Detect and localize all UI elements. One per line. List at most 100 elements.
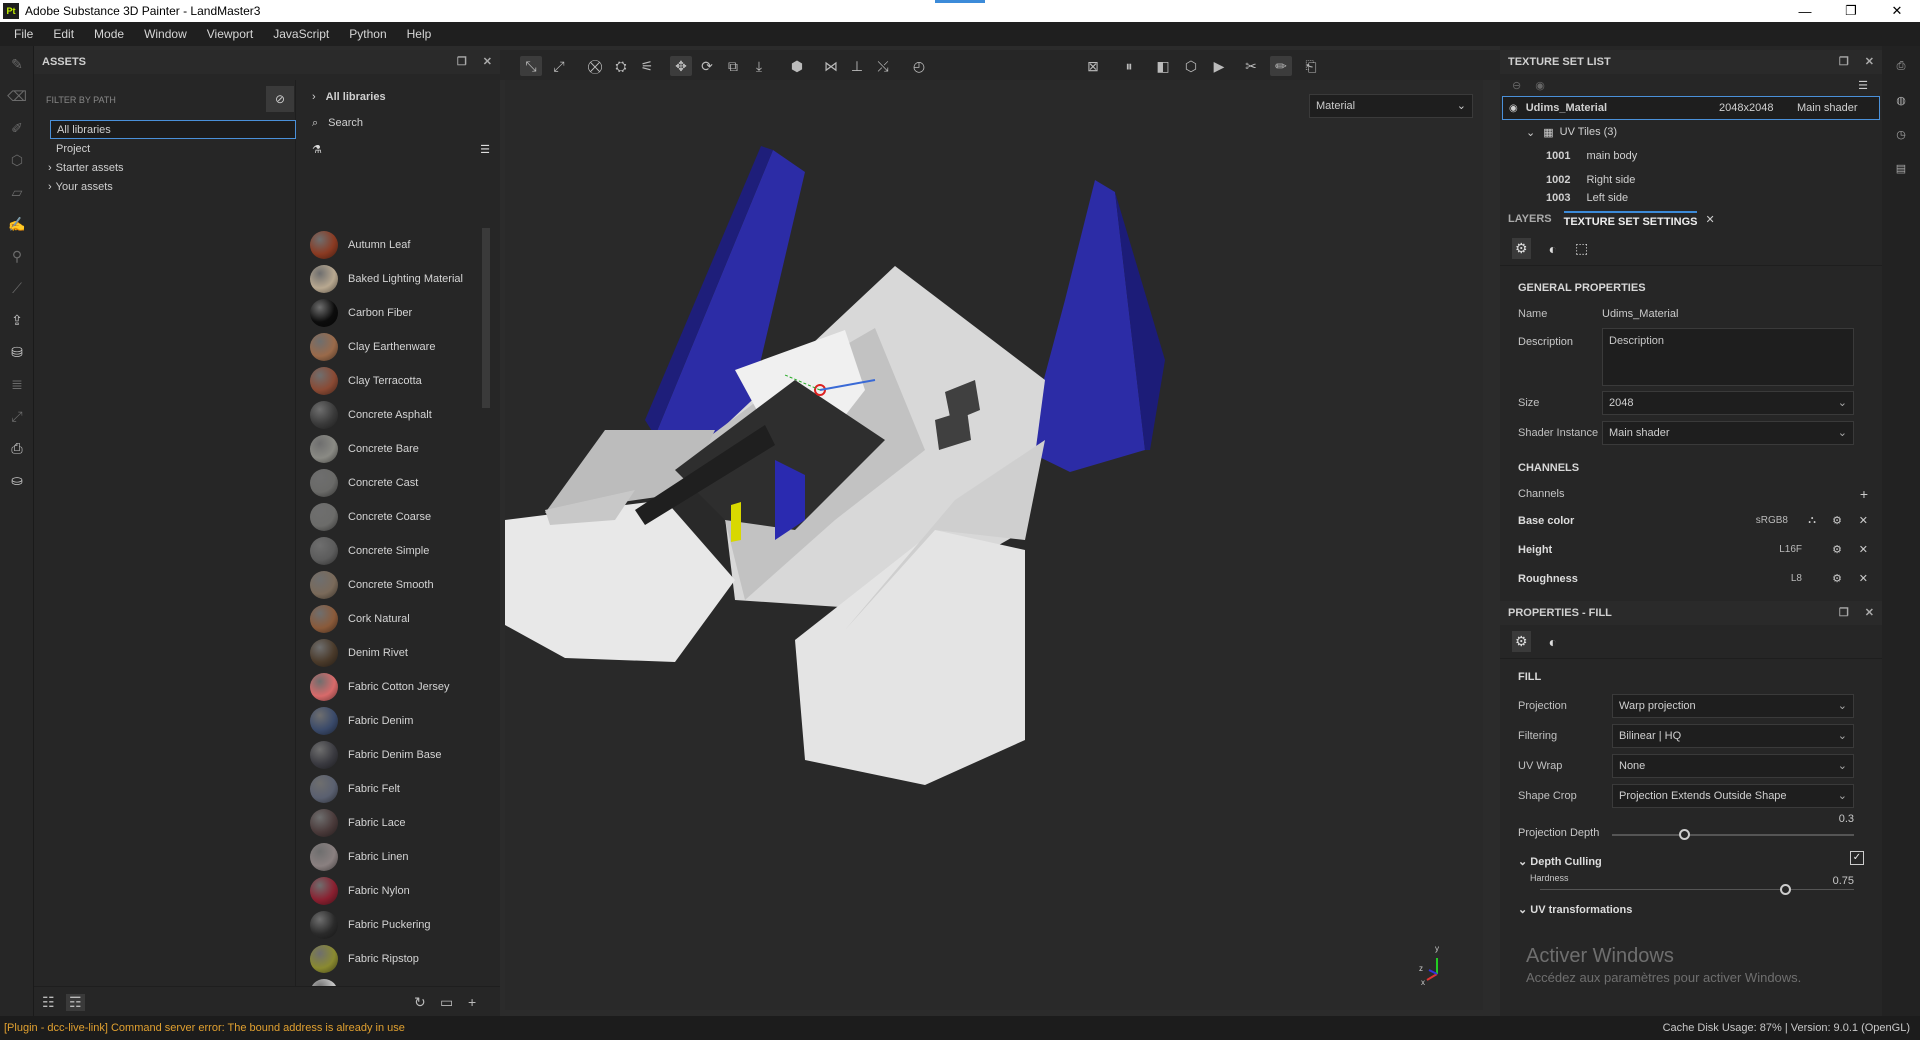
uv-transformations-row[interactable]: ⌄ UV transformations bbox=[1500, 899, 1882, 919]
remove-channel-icon[interactable]: ✕ bbox=[1859, 572, 1868, 585]
rotate-icon[interactable]: ⟳ bbox=[696, 56, 718, 76]
material-item[interactable]: Concrete Coarse bbox=[302, 500, 492, 534]
eraser-icon[interactable]: ⌫ bbox=[7, 86, 27, 106]
projection-dropdown[interactable]: Warp projection ⌄ bbox=[1612, 694, 1854, 718]
uv-tile-row[interactable]: 1002 Right side bbox=[1500, 168, 1882, 192]
shape-crop-dropdown[interactable]: Projection Extends Outside Shape ⌄ bbox=[1612, 784, 1854, 808]
color-space-icon[interactable]: ⛬ bbox=[1808, 514, 1816, 527]
asset-scrollbar[interactable] bbox=[482, 228, 490, 408]
close-icon[interactable]: ✕ bbox=[483, 55, 492, 68]
menu-help[interactable]: Help bbox=[397, 27, 442, 41]
material-item[interactable]: Concrete Smooth bbox=[302, 568, 492, 602]
display-icon[interactable]: ⛀ bbox=[7, 470, 27, 490]
undock-icon[interactable]: ❐ bbox=[457, 55, 467, 68]
material-item[interactable]: Clay Terracotta bbox=[302, 364, 492, 398]
uv-icon[interactable]: ⬚ bbox=[1575, 240, 1588, 257]
material-item[interactable]: Denim Rivet bbox=[302, 636, 492, 670]
bake-icon[interactable]: ⇪ bbox=[7, 310, 27, 330]
picker-icon[interactable]: ⟋ bbox=[7, 278, 27, 298]
material-item[interactable]: Concrete Simple bbox=[302, 534, 492, 568]
menu-window[interactable]: Window bbox=[134, 27, 197, 41]
folder-icon[interactable]: ▭ bbox=[440, 994, 453, 1011]
slider-handle[interactable] bbox=[1780, 884, 1791, 895]
asset-search[interactable]: ⌕ Search bbox=[302, 110, 500, 136]
menu-javascript[interactable]: JavaScript bbox=[263, 27, 339, 41]
settings-icon[interactable]: ⚙ bbox=[1512, 238, 1531, 259]
material-item[interactable]: Baked Lighting Material bbox=[302, 262, 492, 296]
close-tab-icon[interactable]: ✕ bbox=[1705, 213, 1714, 226]
shader-settings-icon[interactable]: ◍ bbox=[1891, 94, 1911, 114]
uv-view-strip[interactable] bbox=[1483, 80, 1500, 1010]
menu-python[interactable]: Python bbox=[339, 27, 396, 41]
link-icon[interactable]: ⊖ bbox=[1512, 79, 1521, 92]
screenshot-icon[interactable]: ⎗ bbox=[1300, 56, 1322, 76]
transform-uv-icon[interactable]: ⤢ bbox=[548, 56, 570, 76]
tree-item-all-libraries[interactable]: All libraries bbox=[50, 120, 296, 139]
tree-item-project[interactable]: Project bbox=[50, 139, 296, 158]
settings-icon[interactable]: ⚙ bbox=[1512, 631, 1531, 652]
search-input[interactable]: Search bbox=[328, 117, 363, 129]
tab-texture-set-settings[interactable]: TEXTURE SET SETTINGS bbox=[1563, 210, 1698, 228]
menu-viewport[interactable]: Viewport bbox=[197, 27, 263, 41]
flip-icon[interactable]: ⤯ bbox=[872, 56, 894, 76]
transform-icon[interactable]: ⤢ bbox=[7, 406, 27, 426]
material-item[interactable]: Autumn Leaf bbox=[302, 228, 492, 262]
hardness-slider[interactable] bbox=[1540, 889, 1854, 890]
material-item[interactable]: Fabric Nylon bbox=[302, 874, 492, 908]
snap-icon[interactable]: ⤓ bbox=[748, 56, 770, 76]
geometry-mask-icon[interactable]: ⬡ bbox=[7, 150, 27, 170]
material-item[interactable]: Concrete Cast bbox=[302, 466, 492, 500]
channel-settings-icon[interactable]: ⚙ bbox=[1832, 514, 1842, 527]
uv-tile-row[interactable]: 1003 Left side bbox=[1500, 192, 1882, 202]
filtering-dropdown[interactable]: Bilinear | HQ ⌄ bbox=[1612, 724, 1854, 748]
add-channel-icon[interactable]: + bbox=[1860, 486, 1868, 502]
uv-wrap-dropdown[interactable]: None ⌄ bbox=[1612, 754, 1854, 778]
add-icon[interactable]: + bbox=[468, 994, 476, 1010]
smudge-icon[interactable]: ✍ bbox=[7, 214, 27, 234]
history-icon[interactable]: ◴ bbox=[908, 56, 930, 76]
camera-icon[interactable]: ▶ bbox=[1208, 56, 1230, 76]
menu-file[interactable]: File bbox=[4, 27, 43, 41]
mirror-icon[interactable]: ⋈ bbox=[820, 56, 842, 76]
layer-icon[interactable]: ≣ bbox=[7, 374, 27, 394]
clone-icon[interactable]: ⚲ bbox=[7, 246, 27, 266]
channel-settings-icon[interactable]: ⚙ bbox=[1832, 572, 1842, 585]
material-item[interactable]: Concrete Asphalt bbox=[302, 398, 492, 432]
material-item[interactable]: Fabric Denim bbox=[302, 704, 492, 738]
material-item[interactable]: Fabric Ripstop bbox=[302, 942, 492, 976]
expand-chevron-icon[interactable]: › bbox=[48, 162, 52, 174]
channel-settings-icon[interactable]: ⚙ bbox=[1832, 543, 1842, 556]
mask-icon[interactable]: ⛒ bbox=[584, 56, 606, 76]
paint-icon[interactable]: ✏ bbox=[1270, 56, 1292, 76]
menu-mode[interactable]: Mode bbox=[84, 27, 134, 41]
export-icon[interactable]: ⎙ bbox=[1891, 60, 1911, 80]
size-dropdown[interactable]: 2048 ⌄ bbox=[1602, 391, 1854, 415]
uv-tiles-row[interactable]: ⌄ ▦ UV Tiles (3) bbox=[1500, 120, 1882, 144]
move-icon[interactable]: ✥ bbox=[670, 56, 692, 76]
polygon-fill-icon[interactable]: ▱ bbox=[7, 182, 27, 202]
material-item[interactable]: Carbon Fiber bbox=[302, 296, 492, 330]
landmaster-3d-model[interactable] bbox=[505, 80, 1483, 1010]
mask-alt-icon[interactable]: ⛭ bbox=[610, 56, 632, 76]
cube-icon[interactable]: ⬢ bbox=[786, 56, 808, 76]
projection-depth-slider[interactable] bbox=[1612, 834, 1854, 836]
remove-channel-icon[interactable]: ✕ bbox=[1859, 543, 1868, 556]
collapse-chevron-icon[interactable]: ⌄ bbox=[1526, 126, 1535, 139]
filter-icon[interactable]: ⚗ bbox=[312, 143, 322, 156]
display-mode-icon[interactable]: ⬡ bbox=[1180, 56, 1202, 76]
undock-icon[interactable]: ❐ bbox=[1839, 55, 1849, 68]
align-icon[interactable]: ⊥ bbox=[846, 56, 868, 76]
split-view-icon[interactable]: ◧ bbox=[1152, 56, 1174, 76]
material-item[interactable]: Fabric Felt bbox=[302, 772, 492, 806]
visibility-icon[interactable]: ◉ bbox=[1535, 79, 1545, 92]
depth-culling-checkbox[interactable]: ✓ bbox=[1850, 851, 1864, 865]
material-sphere-icon[interactable]: ◐ bbox=[1549, 634, 1557, 650]
menu-icon[interactable]: ☰ bbox=[1858, 79, 1868, 92]
brush-settings-icon[interactable]: ✂ bbox=[1240, 56, 1262, 76]
material-item[interactable]: Fabric Linen bbox=[302, 840, 492, 874]
remove-channel-icon[interactable]: ✕ bbox=[1859, 514, 1868, 527]
material-dropdown[interactable]: Material ⌄ bbox=[1309, 94, 1473, 118]
material-item[interactable]: Cork Natural bbox=[302, 602, 492, 636]
material-item[interactable]: Concrete Bare bbox=[302, 432, 492, 466]
tree-item-starter-assets[interactable]: › Starter assets bbox=[48, 158, 296, 177]
